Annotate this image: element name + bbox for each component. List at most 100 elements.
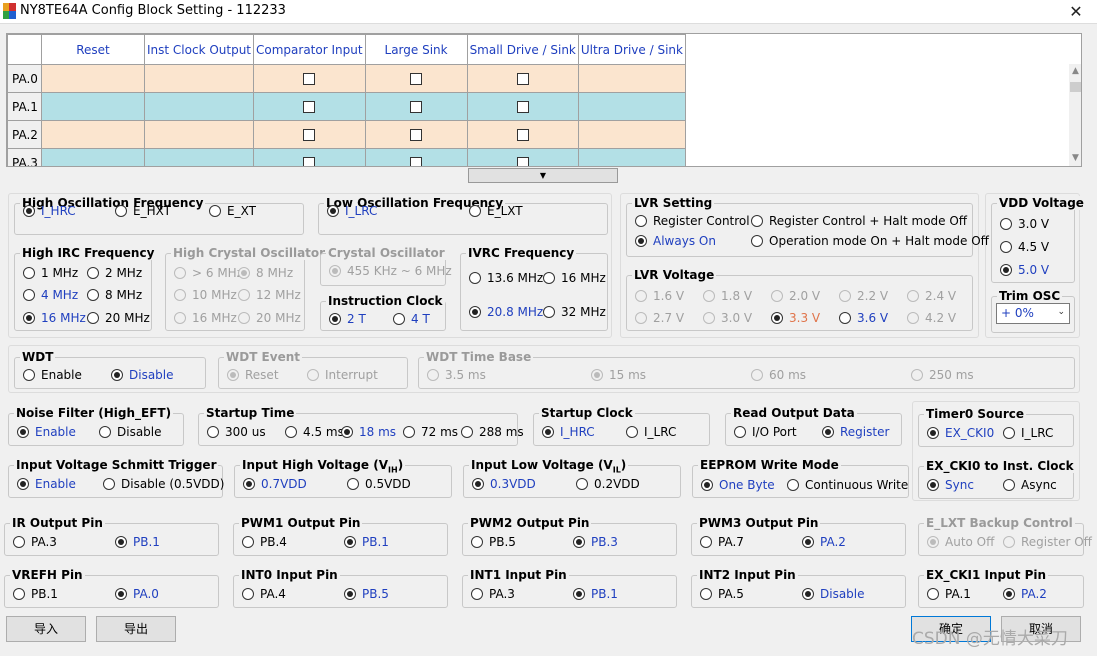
radio-button-icon[interactable]: [822, 426, 834, 438]
radio-pb-3[interactable]: PB.3: [573, 535, 618, 549]
table-cell[interactable]: [364, 120, 468, 149]
radio-button-icon[interactable]: [17, 426, 29, 438]
radio-button-icon[interactable]: [1003, 427, 1015, 439]
checkbox[interactable]: [303, 129, 316, 141]
radio-20-mhz[interactable]: 20 MHz: [87, 311, 150, 325]
radio-32-mhz[interactable]: 32 MHz: [543, 305, 606, 319]
expand-grid-button[interactable]: ▼: [468, 168, 618, 183]
radio-enable[interactable]: Enable: [17, 477, 76, 491]
radio-button-icon[interactable]: [99, 426, 111, 438]
trim-osc-select[interactable]: + 0% ⌄: [996, 303, 1070, 324]
radio-button-icon[interactable]: [23, 312, 35, 324]
radio-button-icon[interactable]: [13, 536, 25, 548]
radio-always-on[interactable]: Always On: [635, 234, 716, 248]
radio-e-lxt[interactable]: E_LXT: [469, 204, 523, 218]
radio-button-icon[interactable]: [734, 426, 746, 438]
radio-one-byte[interactable]: One Byte: [701, 478, 775, 492]
radio-300-us[interactable]: 300 us: [207, 425, 266, 439]
radio-button-icon[interactable]: [751, 235, 763, 247]
radio-288-ms[interactable]: 288 ms: [461, 425, 524, 439]
radio-i-lrc[interactable]: I_LRC: [327, 204, 377, 218]
import-button[interactable]: 导入: [6, 616, 86, 642]
radio-72-ms[interactable]: 72 ms: [403, 425, 458, 439]
radio-button-icon[interactable]: [23, 205, 35, 217]
radio-4-5-ms[interactable]: 4.5 ms: [285, 425, 344, 439]
radio-button-icon[interactable]: [285, 426, 297, 438]
radio-button-icon[interactable]: [344, 536, 356, 548]
radio-disable[interactable]: Disable: [802, 587, 865, 601]
radio-3-6-v[interactable]: 3.6 V: [839, 311, 888, 325]
checkbox[interactable]: [303, 73, 316, 85]
radio-button-icon[interactable]: [1003, 588, 1015, 600]
radio-button-icon[interactable]: [543, 306, 555, 318]
radio-register-control-halt-mode-off[interactable]: Register Control + Halt mode Off: [751, 214, 967, 228]
radio-pa-2[interactable]: PA.2: [1003, 587, 1047, 601]
radio-button-icon[interactable]: [543, 272, 555, 284]
radio-i-hrc[interactable]: I_HRC: [542, 425, 595, 439]
radio-16-mhz[interactable]: 16 MHz: [543, 271, 606, 285]
radio-0-5vdd[interactable]: 0.5VDD: [347, 477, 411, 491]
radio-pb-4[interactable]: PB.4: [242, 535, 287, 549]
table-cell[interactable]: [466, 64, 579, 93]
checkbox[interactable]: [516, 101, 529, 113]
radio-button-icon[interactable]: [1000, 218, 1012, 230]
table-cell[interactable]: [253, 148, 366, 166]
radio-button-icon[interactable]: [927, 479, 939, 491]
radio-pa-3[interactable]: PA.3: [471, 587, 515, 601]
radio-button-icon[interactable]: [23, 267, 35, 279]
radio-2-t[interactable]: 2 T: [329, 312, 366, 326]
radio-button-icon[interactable]: [393, 313, 405, 325]
checkbox[interactable]: [410, 129, 423, 141]
checkbox[interactable]: [516, 157, 529, 166]
radio-async[interactable]: Async: [1003, 478, 1057, 492]
radio-ex-cki0[interactable]: EX_CKI0: [927, 426, 994, 440]
radio-18-ms[interactable]: 18 ms: [341, 425, 396, 439]
checkbox[interactable]: [516, 129, 529, 141]
checkbox[interactable]: [303, 101, 316, 113]
radio-8-mhz[interactable]: 8 MHz: [87, 288, 142, 302]
radio-button-icon[interactable]: [209, 205, 221, 217]
radio-5-0-v[interactable]: 5.0 V: [1000, 263, 1049, 277]
radio-pb-5[interactable]: PB.5: [471, 535, 516, 549]
radio-button-icon[interactable]: [243, 478, 255, 490]
radio-pa-2[interactable]: PA.2: [802, 535, 846, 549]
radio-3-3-v[interactable]: 3.3 V: [771, 311, 820, 325]
scroll-down-icon[interactable]: ▼: [1072, 153, 1079, 163]
radio-button-icon[interactable]: [802, 536, 814, 548]
radio-button-icon[interactable]: [115, 536, 127, 548]
radio-button-icon[interactable]: [87, 312, 99, 324]
table-cell[interactable]: [364, 92, 468, 121]
radio-i-lrc[interactable]: I_LRC: [626, 425, 676, 439]
radio-i-hrc[interactable]: I_HRC: [23, 204, 76, 218]
radio-pb-1[interactable]: PB.1: [13, 587, 58, 601]
export-button[interactable]: 导出: [96, 616, 176, 642]
radio-2-mhz[interactable]: 2 MHz: [87, 266, 142, 280]
radio-pb-5[interactable]: PB.5: [344, 587, 389, 601]
radio-button-icon[interactable]: [771, 312, 783, 324]
radio-button-icon[interactable]: [111, 369, 123, 381]
radio-i-o-port[interactable]: I/O Port: [734, 425, 797, 439]
radio-button-icon[interactable]: [207, 426, 219, 438]
radio-button-icon[interactable]: [341, 426, 353, 438]
radio-button-icon[interactable]: [1000, 264, 1012, 276]
radio-continuous-write[interactable]: Continuous Write: [787, 478, 908, 492]
radio-button-icon[interactable]: [787, 479, 799, 491]
radio-register-control[interactable]: Register Control: [635, 214, 750, 228]
radio-button-icon[interactable]: [327, 205, 339, 217]
radio-enable[interactable]: Enable: [17, 425, 76, 439]
radio-pa-0[interactable]: PA.0: [115, 587, 159, 601]
radio-button-icon[interactable]: [103, 478, 115, 490]
radio-pb-1[interactable]: PB.1: [115, 535, 160, 549]
radio-pa-5[interactable]: PA.5: [700, 587, 744, 601]
checkbox[interactable]: [303, 157, 316, 166]
table-cell[interactable]: [466, 148, 579, 166]
checkbox[interactable]: [410, 157, 423, 166]
radio-pa-4[interactable]: PA.4: [242, 587, 286, 601]
radio-button-icon[interactable]: [573, 536, 585, 548]
radio-button-icon[interactable]: [635, 235, 647, 247]
radio-operation-mode-on-halt-mode-off[interactable]: Operation mode On + Halt mode Off: [751, 234, 989, 248]
radio-button-icon[interactable]: [1000, 241, 1012, 253]
table-cell[interactable]: [253, 64, 366, 93]
radio-e-hxt[interactable]: E_HXT: [115, 204, 171, 218]
radio-e-xt[interactable]: E_XT: [209, 204, 256, 218]
